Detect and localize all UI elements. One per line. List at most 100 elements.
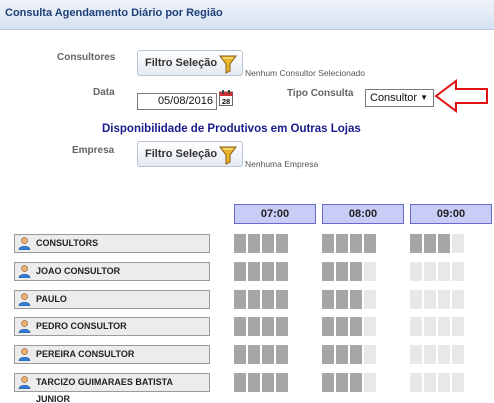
- slot-busy[interactable]: [262, 234, 274, 253]
- slot-busy[interactable]: [262, 262, 274, 281]
- slot-busy[interactable]: [322, 345, 334, 364]
- red-arrow-icon: [434, 79, 488, 113]
- slot-free[interactable]: [410, 262, 422, 281]
- slot-free[interactable]: [364, 290, 376, 309]
- date-field[interactable]: 05/08/2016: [137, 93, 217, 110]
- slot-busy[interactable]: [234, 290, 246, 309]
- slot-busy[interactable]: [322, 373, 334, 392]
- slot-busy[interactable]: [248, 290, 260, 309]
- slot-busy[interactable]: [248, 234, 260, 253]
- slot-busy[interactable]: [262, 345, 274, 364]
- slot-free[interactable]: [424, 290, 436, 309]
- slot-busy[interactable]: [350, 234, 362, 253]
- data-label: Data: [93, 87, 115, 98]
- slot-free[interactable]: [424, 373, 436, 392]
- slot-busy[interactable]: [322, 290, 334, 309]
- slot-busy[interactable]: [276, 234, 288, 253]
- slot-free[interactable]: [424, 345, 436, 364]
- slot-busy[interactable]: [248, 345, 260, 364]
- slot-free[interactable]: [438, 345, 450, 364]
- consultant-name: TARCIZO GUIMARAES BATISTA JUNIOR: [36, 377, 173, 403]
- slot-busy[interactable]: [322, 234, 334, 253]
- consultores-filter-button[interactable]: Filtro Seleção: [137, 50, 243, 76]
- slot-busy[interactable]: [234, 373, 246, 392]
- slot-busy[interactable]: [262, 317, 274, 336]
- slot-busy[interactable]: [322, 262, 334, 281]
- slot-free[interactable]: [364, 373, 376, 392]
- slot-busy[interactable]: [350, 290, 362, 309]
- slot-busy[interactable]: [336, 317, 348, 336]
- slot-busy[interactable]: [276, 317, 288, 336]
- slot-free[interactable]: [410, 345, 422, 364]
- slot-busy[interactable]: [234, 234, 246, 253]
- empresa-filter-button[interactable]: Filtro Seleção: [137, 141, 243, 167]
- slot-free[interactable]: [452, 234, 464, 253]
- slot-busy[interactable]: [234, 345, 246, 364]
- person-icon: [18, 320, 31, 333]
- slot-busy[interactable]: [336, 373, 348, 392]
- tipo-consulta-select[interactable]: Consultor ▼: [365, 89, 434, 107]
- slot-free[interactable]: [424, 262, 436, 281]
- consultant-row[interactable]: PEDRO CONSULTOR: [14, 317, 210, 336]
- consultant-row[interactable]: JOAO CONSULTOR: [14, 262, 210, 281]
- consultant-name: CONSULTORS: [36, 238, 99, 248]
- slot-busy[interactable]: [234, 262, 246, 281]
- slot-free[interactable]: [438, 317, 450, 336]
- time-header-0700: 07:00: [234, 204, 316, 224]
- slot-free[interactable]: [364, 345, 376, 364]
- consultant-name: PEREIRA CONSULTOR: [36, 349, 135, 359]
- slot-busy[interactable]: [410, 234, 422, 253]
- slot-busy[interactable]: [350, 345, 362, 364]
- consultores-hint: Nenhum Consultor Selecionado: [245, 68, 366, 78]
- funnel-icon: [219, 55, 237, 74]
- slot-busy[interactable]: [262, 290, 274, 309]
- consultant-name: PEDRO CONSULTOR: [36, 321, 127, 331]
- slot-free[interactable]: [410, 317, 422, 336]
- slot-busy[interactable]: [350, 373, 362, 392]
- calendar-icon[interactable]: 28: [219, 90, 233, 106]
- slot-busy[interactable]: [276, 290, 288, 309]
- consultant-row[interactable]: TARCIZO GUIMARAES BATISTA JUNIOR: [14, 373, 210, 403]
- slot-busy[interactable]: [336, 345, 348, 364]
- slot-free[interactable]: [452, 317, 464, 336]
- slot-busy[interactable]: [336, 262, 348, 281]
- slot-busy[interactable]: [276, 262, 288, 281]
- slot-busy[interactable]: [262, 373, 274, 392]
- slot-free[interactable]: [364, 262, 376, 281]
- slot-busy[interactable]: [364, 234, 376, 253]
- slot-busy[interactable]: [336, 290, 348, 309]
- slot-busy[interactable]: [276, 373, 288, 392]
- empresa-hint: Nenhuma Empresa: [245, 159, 319, 169]
- slot-busy[interactable]: [234, 317, 246, 336]
- consultores-filter-label: Filtro Seleção: [145, 57, 218, 69]
- slot-busy[interactable]: [438, 234, 450, 253]
- slot-free[interactable]: [438, 290, 450, 309]
- chevron-down-icon: ▼: [420, 93, 428, 102]
- consultant-row[interactable]: PAULO: [14, 290, 210, 309]
- slot-busy[interactable]: [350, 317, 362, 336]
- slot-free[interactable]: [410, 290, 422, 309]
- slot-free[interactable]: [424, 317, 436, 336]
- slot-busy[interactable]: [322, 317, 334, 336]
- person-icon: [18, 237, 31, 250]
- slot-busy[interactable]: [350, 262, 362, 281]
- slot-free[interactable]: [452, 373, 464, 392]
- consultant-row[interactable]: CONSULTORS: [14, 234, 210, 253]
- person-icon: [18, 376, 31, 389]
- slot-busy[interactable]: [336, 234, 348, 253]
- slot-busy[interactable]: [424, 234, 436, 253]
- slot-free[interactable]: [438, 262, 450, 281]
- slot-free[interactable]: [364, 317, 376, 336]
- slot-busy[interactable]: [248, 262, 260, 281]
- slot-busy[interactable]: [248, 317, 260, 336]
- consultant-row[interactable]: PEREIRA CONSULTOR: [14, 345, 210, 364]
- slot-free[interactable]: [438, 373, 450, 392]
- slot-free[interactable]: [452, 290, 464, 309]
- person-icon: [18, 293, 31, 306]
- slot-free[interactable]: [410, 373, 422, 392]
- empresa-label: Empresa: [72, 145, 115, 156]
- slot-busy[interactable]: [248, 373, 260, 392]
- slot-free[interactable]: [452, 345, 464, 364]
- slot-free[interactable]: [452, 262, 464, 281]
- slot-busy[interactable]: [276, 345, 288, 364]
